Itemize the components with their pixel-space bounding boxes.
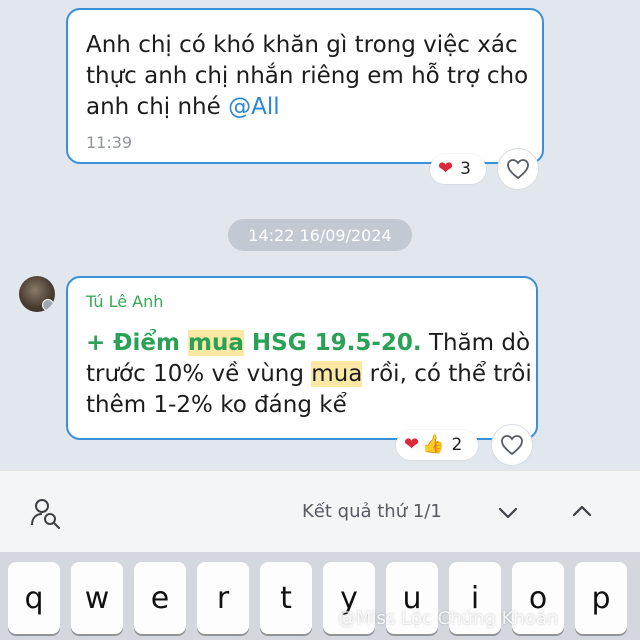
reaction-summary[interactable]: ❤ 3 xyxy=(430,154,486,184)
heart-outline-icon xyxy=(501,435,523,456)
search-member-icon[interactable] xyxy=(30,497,62,529)
key-badge-icon xyxy=(42,299,54,311)
search-highlight: mua xyxy=(188,330,244,356)
search-results-bar: Kết quả thứ 1/1 xyxy=(0,470,640,552)
key-t[interactable]: t xyxy=(260,562,312,634)
reaction-count: 3 xyxy=(460,159,471,179)
watermark: @Miss Lộc Chứng Khoán xyxy=(338,608,559,629)
sender-name[interactable]: Tú Lê Anh xyxy=(86,292,163,311)
key-w[interactable]: w xyxy=(71,562,123,634)
text-segment: + Điểm xyxy=(86,330,189,356)
key-q[interactable]: q xyxy=(8,562,60,634)
message-text: + Điểm mua HSG 19.5-20. Thăm dò trước 10… xyxy=(86,328,536,421)
reaction-count: 2 xyxy=(451,435,463,455)
text-segment: HSG 19.5-20. xyxy=(243,330,422,356)
react-button[interactable] xyxy=(491,424,533,466)
search-result-count: Kết quả thứ 1/1 xyxy=(302,501,442,522)
message-bubble[interactable]: Tú Lê Anh + Điểm mua HSG 19.5-20. Thăm d… xyxy=(66,276,538,440)
message-text-body: Anh chị có khó khăn gì trong việc xác th… xyxy=(86,32,529,120)
heart-icon: ❤ xyxy=(438,158,454,179)
avatar[interactable] xyxy=(19,276,55,312)
chevron-down-icon[interactable] xyxy=(494,499,522,527)
mention-all[interactable]: @All xyxy=(228,94,280,120)
key-p[interactable]: p xyxy=(575,562,627,634)
reaction-summary[interactable]: ❤ 👍 2 xyxy=(396,430,478,460)
search-highlight: mua xyxy=(311,361,363,387)
message-text: Anh chị có khó khăn gì trong việc xác th… xyxy=(86,30,536,123)
heart-icon: ❤ xyxy=(404,434,420,455)
message-time: 11:39 xyxy=(86,133,133,152)
message-bubble[interactable]: Anh chị có khó khăn gì trong việc xác th… xyxy=(66,8,544,164)
key-r[interactable]: r xyxy=(197,562,249,634)
heart-outline-icon xyxy=(507,159,529,180)
react-button[interactable] xyxy=(497,148,539,190)
thumbs-up-icon: 👍 xyxy=(422,434,445,455)
chat-area: Anh chị có khó khăn gì trong việc xác th… xyxy=(0,0,640,470)
chevron-up-icon[interactable] xyxy=(568,497,596,525)
date-separator: 14:22 16/09/2024 xyxy=(228,219,412,251)
key-e[interactable]: e xyxy=(134,562,186,634)
